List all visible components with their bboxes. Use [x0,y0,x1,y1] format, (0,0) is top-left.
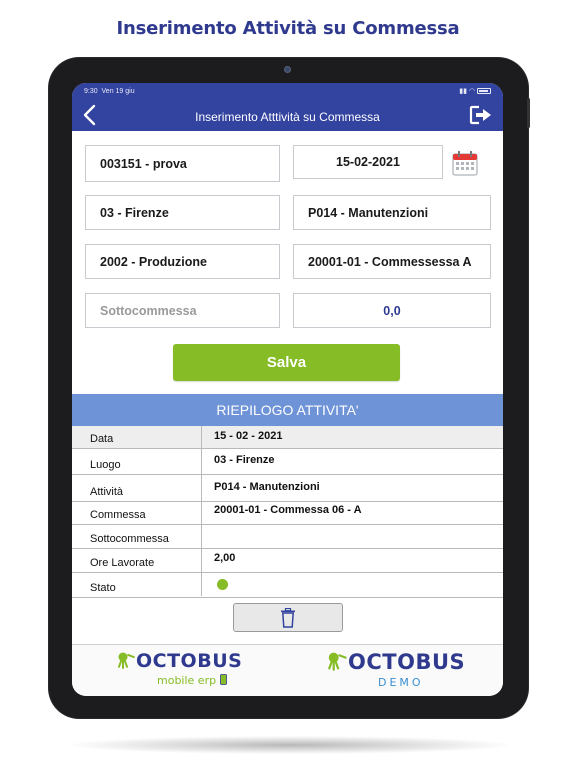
octopus-icon [117,652,135,669]
summary-value: 03 - Firenze [214,454,275,466]
status-clock: 9:30 [84,88,98,95]
logo-text: OCTOBUS [136,650,243,672]
summary-label: Ore Lavorate [90,557,155,569]
summary-row-ore: Ore Lavorate 2,00 [72,549,503,573]
summary-row-stato: Stato [72,573,503,598]
date-field[interactable]: 15-02-2021 [293,145,443,179]
summary-row-attivita: Attività P014 - Manutenzioni [72,475,503,502]
status-indicator-dot [217,579,228,590]
calendar-icon[interactable] [451,149,479,177]
status-time: 9:30 Ven 19 giu [84,88,135,95]
status-date: Ven 19 giu [101,88,135,95]
signal-icon: ▮▮ [459,88,467,95]
battery-icon [477,88,491,95]
summary-table: Data 15 - 02 - 2021 Luogo 03 - Firenze A… [72,426,503,598]
camera-icon [284,66,291,73]
summary-label: Stato [90,582,116,594]
logo-subtitle: mobile erp [157,674,227,687]
summary-value: P014 - Manutenzioni [214,481,320,493]
cliente-field[interactable]: 003151 - prova [85,145,280,182]
attivita-field[interactable]: P014 - Manutenzioni [293,195,491,230]
app-screen: 9:30 Ven 19 giu ▮▮ ◠ Inserimento Atttivi… [72,83,503,696]
summary-row-commessa: Commessa 20001-01 - Commessa 06 - A [72,502,503,525]
cliente-value: 003151 - prova [100,156,187,171]
table-divider [201,426,202,596]
commessa-fase-value: 20001-01 - Commessessa A [308,254,472,269]
summary-header: RIEPILOGO ATTIVITA' [72,394,503,426]
volume-button [527,98,530,128]
sottocommessa-field[interactable]: Sottocommessa [85,293,280,328]
device-shadow [70,736,510,754]
phone-icon [219,674,227,685]
app-header: 9:30 Ven 19 giu ▮▮ ◠ Inserimento Atttivi… [72,83,503,131]
logo-subtitle-text: mobile erp [157,674,217,687]
commessa-value: 2002 - Produzione [100,254,207,269]
status-indicators: ▮▮ ◠ [459,87,491,95]
date-value: 15-02-2021 [336,155,400,169]
summary-label: Luogo [90,459,121,471]
ore-value: 0,0 [383,303,401,318]
octobus-mobile-logo: OCTOBUS mobile erp [116,650,243,687]
summary-label: Attività [90,486,124,498]
sottocommessa-placeholder: Sottocommessa [100,303,197,318]
luogo-value: 03 - Firenze [100,205,169,220]
summary-row-luogo: Luogo 03 - Firenze [72,449,503,475]
summary-label: Data [90,433,114,445]
summary-label: Sottocommessa [90,533,169,545]
logo-subtitle: DEMO [378,676,424,689]
trash-icon [281,607,295,628]
attivita-value: P014 - Manutenzioni [308,205,429,220]
summary-value: 20001-01 - Commessa 06 - A [214,504,362,516]
footer: OCTOBUS mobile erp OCTOBUS DEMO [72,644,503,696]
ore-field[interactable]: 0,0 [293,293,491,328]
commessa-field[interactable]: 2002 - Produzione [85,244,280,279]
luogo-field[interactable]: 03 - Firenze [85,195,280,230]
logo-text: OCTOBUS [348,650,466,674]
octopus-icon [328,652,347,671]
logout-icon[interactable] [469,105,493,125]
screen-title: Inserimento Atttività su Commessa [195,110,380,124]
summary-row-data: Data 15 - 02 - 2021 [72,426,503,449]
wifi-icon: ◠ [468,88,476,95]
commessa-fase-field[interactable]: 20001-01 - Commessessa A [293,244,491,279]
summary-row-sottocommessa: Sottocommessa [72,525,503,549]
summary-label: Commessa [90,509,146,521]
delete-button[interactable] [233,603,343,632]
summary-value: 2,00 [214,552,236,564]
page-heading: Inserimento Attività su Commessa [116,18,460,39]
octobus-demo-logo: OCTOBUS DEMO [326,650,466,689]
summary-value: 15 - 02 - 2021 [214,430,283,442]
save-button[interactable]: Salva [173,344,400,381]
